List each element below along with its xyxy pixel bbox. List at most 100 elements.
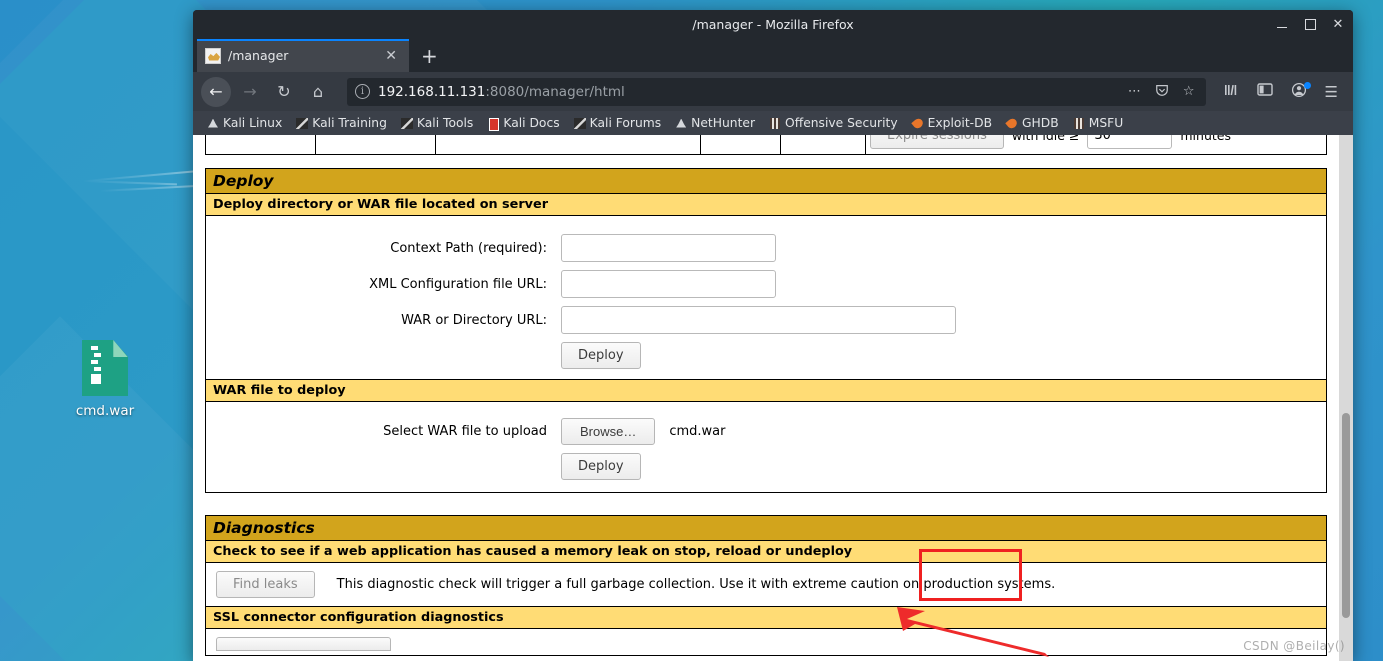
deploy-server-subtitle: Deploy directory or WAR file located on … xyxy=(206,194,1326,216)
context-path-input[interactable] xyxy=(561,234,776,262)
window-title: /manager - Mozilla Firefox xyxy=(692,17,854,32)
war-file-subtitle: WAR file to deploy xyxy=(206,379,1326,402)
war-upload-row: Select WAR file to upload Browse… cmd.wa… xyxy=(206,418,1326,445)
bookmark-kali-linux[interactable]: Kali Linux xyxy=(201,114,288,132)
idle-minutes-input[interactable]: 30 xyxy=(1087,135,1173,149)
close-icon[interactable]: ✕ xyxy=(1331,18,1345,31)
bookmark-kali-tools[interactable]: Kali Tools xyxy=(395,114,479,132)
bookmark-kali-forums[interactable]: Kali Forums xyxy=(568,114,668,132)
bookmark-kali-training[interactable]: Kali Training xyxy=(290,114,393,132)
new-tab-button[interactable]: + xyxy=(409,46,450,72)
bookmark-ghdb[interactable]: GHDB xyxy=(1000,114,1065,132)
find-leaks-button[interactable]: Find leaks xyxy=(216,571,315,598)
upload-label: Select WAR file to upload xyxy=(383,424,547,439)
idle-label: with idle ≥ xyxy=(1011,135,1080,143)
book-icon xyxy=(1073,117,1085,130)
dragon-icon xyxy=(207,117,219,130)
war-url-row: WAR or Directory URL: xyxy=(206,306,1326,334)
archive-file-icon xyxy=(82,340,128,396)
bookmark-label: MSFU xyxy=(1088,116,1124,130)
war-upload-body: Select WAR file to upload Browse… cmd.wa… xyxy=(206,402,1326,492)
expire-sessions-button[interactable]: Expire sessions xyxy=(870,135,1004,149)
page-scrollbar[interactable] xyxy=(1339,135,1353,661)
bookmark-label: NetHunter xyxy=(691,116,756,130)
context-path-row: Context Path (required): xyxy=(206,234,1326,262)
ssl-diagnostics-subtitle: SSL connector configuration diagnostics xyxy=(206,606,1326,629)
menu-icon[interactable]: ☰ xyxy=(1318,83,1345,101)
bookmark-label: Offensive Security xyxy=(785,116,898,130)
url-text: 192.168.11.131:8080/manager/html xyxy=(378,84,1117,100)
sword-icon xyxy=(296,117,308,130)
reload-button-icon[interactable]: ↻ xyxy=(269,77,299,107)
sessions-table-partial: Expire sessions with idle ≥ 30 minutes xyxy=(205,135,1327,157)
minutes-label: minutes xyxy=(1180,135,1231,143)
site-info-icon[interactable]: i xyxy=(355,84,370,99)
desktop-icon-cmd-war[interactable]: cmd.war xyxy=(55,340,155,419)
bookmark-star-icon[interactable]: ☆ xyxy=(1180,84,1198,99)
document-icon xyxy=(487,117,500,131)
sidebar-icon[interactable] xyxy=(1250,82,1280,101)
ssl-diagnostics-body xyxy=(206,637,1326,655)
back-button-icon[interactable]: ← xyxy=(201,76,231,107)
find-leaks-description: This diagnostic check will trigger a ful… xyxy=(336,577,1056,592)
war-deploy-button-row: Deploy xyxy=(206,453,1326,480)
deploy-section-title: Deploy xyxy=(206,169,1326,194)
bookmark-label: Kali Linux xyxy=(223,116,283,130)
library-glyph xyxy=(1224,84,1236,95)
selected-filename: cmd.war xyxy=(669,424,726,439)
tab-close-icon[interactable]: ✕ xyxy=(381,48,401,64)
page-viewport: Expire sessions with idle ≥ 30 minutes D… xyxy=(193,135,1353,661)
upload-deploy-button[interactable]: Deploy xyxy=(561,453,641,480)
desktop-icon-label: cmd.war xyxy=(75,403,135,419)
war-url-label: WAR or Directory URL: xyxy=(401,312,547,328)
sessions-table: Expire sessions with idle ≥ 30 minutes xyxy=(205,135,1327,155)
pocket-glyph xyxy=(1156,84,1168,96)
book-icon xyxy=(769,117,781,130)
bookmark-label: Kali Docs xyxy=(503,116,560,130)
xml-config-row: XML Configuration file URL: xyxy=(206,270,1326,298)
table-row: Expire sessions with idle ≥ 30 minutes xyxy=(205,135,1327,155)
deploy-server-button-row: Deploy xyxy=(206,342,1326,369)
bookmark-msfu[interactable]: MSFU xyxy=(1067,114,1130,132)
diagnostics-section: Diagnostics Check to see if a web applic… xyxy=(205,515,1327,656)
url-host: 192.168.11.131 xyxy=(378,83,486,100)
bookmark-label: Kali Forums xyxy=(589,116,662,130)
context-path-label: Context Path (required): xyxy=(390,240,547,256)
dragon-icon xyxy=(675,117,687,130)
page-actions-icon[interactable]: ⋯ xyxy=(1125,84,1144,99)
address-bar[interactable]: i 192.168.11.131:8080/manager/html ⋯ ☆ xyxy=(347,77,1206,106)
sword-icon xyxy=(401,117,413,130)
flame-icon xyxy=(912,117,924,130)
war-url-input[interactable] xyxy=(561,306,956,334)
diagnostics-section-title: Diagnostics xyxy=(206,516,1326,541)
sword-icon xyxy=(574,117,586,130)
bookmark-label: Exploit-DB xyxy=(927,116,993,130)
bookmark-kali-docs[interactable]: Kali Docs xyxy=(481,114,565,132)
forward-button-icon[interactable]: → xyxy=(235,77,265,107)
bookmark-nethunter[interactable]: NetHunter xyxy=(669,114,761,132)
home-button-icon[interactable]: ⌂ xyxy=(303,77,333,107)
deploy-section: Deploy Deploy directory or WAR file loca… xyxy=(205,168,1327,493)
bookmark-label: Kali Tools xyxy=(416,116,474,130)
window-titlebar: /manager - Mozilla Firefox ✕ xyxy=(193,10,1353,39)
xml-config-input[interactable] xyxy=(561,270,776,298)
maximize-icon[interactable] xyxy=(1303,19,1317,30)
bookmark-exploit-db[interactable]: Exploit-DB xyxy=(906,114,998,132)
library-icon[interactable] xyxy=(1216,82,1246,102)
bookmark-offensive-security[interactable]: Offensive Security xyxy=(763,114,904,132)
account-badge xyxy=(1303,81,1311,89)
tab-manager[interactable]: /manager ✕ xyxy=(197,39,409,72)
deploy-server-button[interactable]: Deploy xyxy=(561,342,641,369)
pocket-icon[interactable] xyxy=(1152,83,1172,101)
url-path: :8080/manager/html xyxy=(485,83,625,100)
account-icon[interactable] xyxy=(1284,81,1314,102)
flame-icon xyxy=(1006,117,1018,130)
scrollbar-thumb[interactable] xyxy=(1342,413,1350,618)
window-controls: ✕ xyxy=(1275,10,1345,39)
tomcat-manager-page: Expire sessions with idle ≥ 30 minutes D… xyxy=(193,135,1339,661)
browse-button[interactable]: Browse… xyxy=(561,418,656,445)
bookmark-label: Kali Training xyxy=(312,116,387,130)
minimize-icon[interactable] xyxy=(1275,21,1289,29)
ssl-diagnostics-button[interactable] xyxy=(216,637,391,651)
bookmarks-toolbar: Kali Linux Kali Training Kali Tools Kali… xyxy=(193,111,1353,135)
